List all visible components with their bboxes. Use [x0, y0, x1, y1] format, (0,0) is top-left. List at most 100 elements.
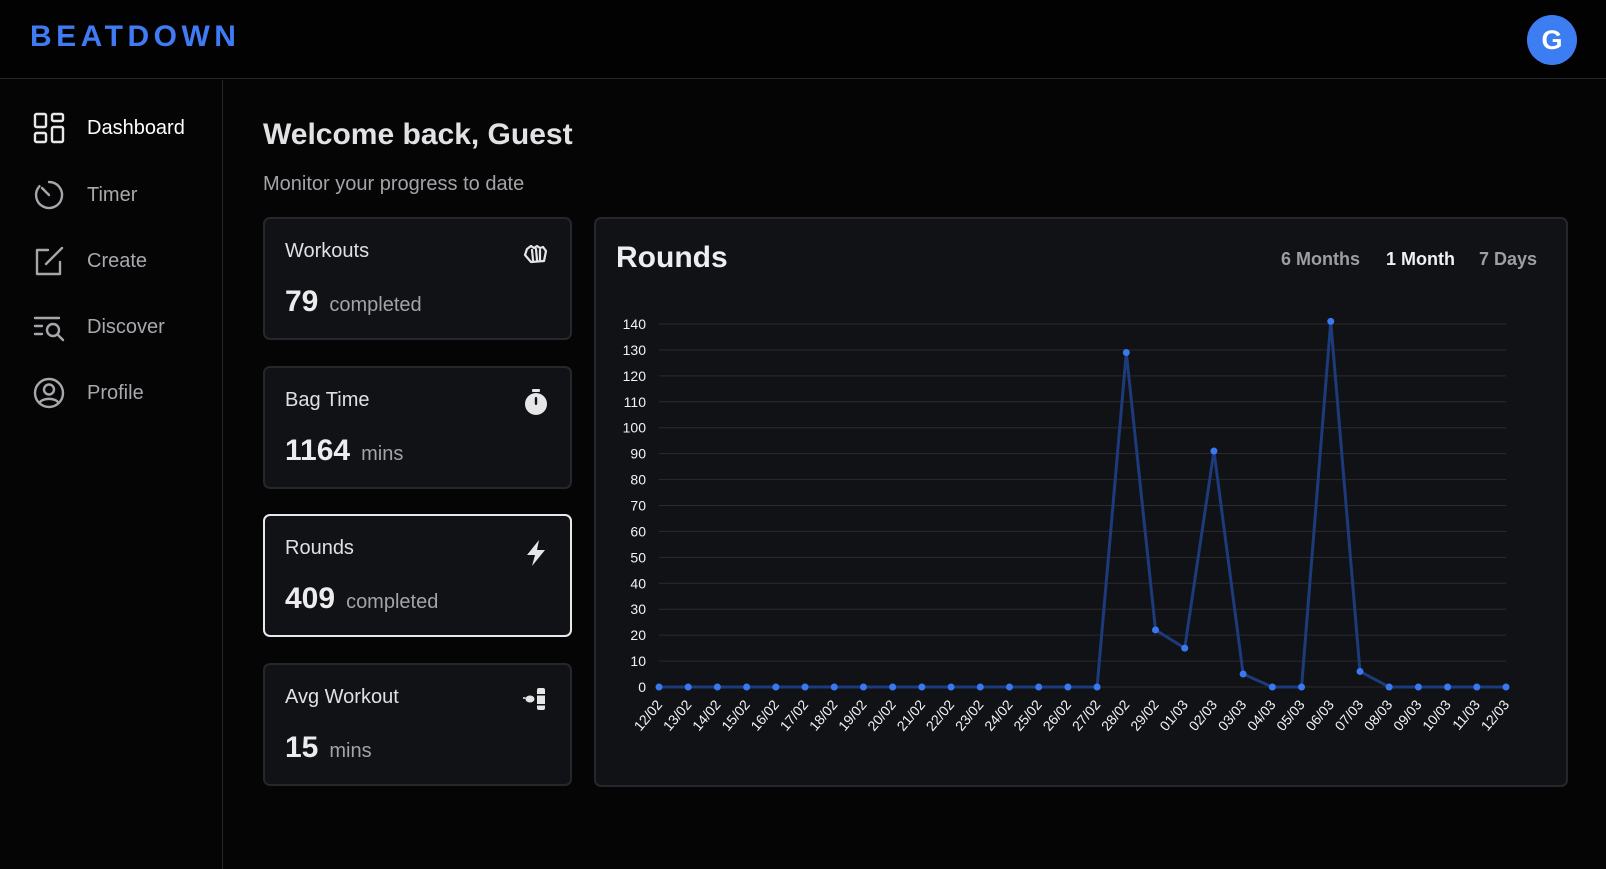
x-tick-label: 22/02 [923, 696, 958, 733]
sidebar-item-discover[interactable]: Discover [32, 307, 212, 347]
timer-icon [32, 178, 66, 212]
data-point [1239, 670, 1247, 678]
stat-card-bag-time[interactable]: Bag Time 1164 mins [263, 366, 572, 489]
data-point [976, 683, 984, 691]
x-tick-label: 14/02 [689, 696, 724, 733]
x-tick-label: 28/02 [1098, 696, 1133, 733]
data-point [1444, 683, 1452, 691]
data-point [889, 683, 897, 691]
y-tick-label: 20 [630, 627, 646, 643]
data-point [830, 683, 838, 691]
card-unit: completed [329, 294, 422, 316]
sidebar-item-create[interactable]: Create [32, 241, 212, 281]
data-point [684, 683, 692, 691]
card-unit: completed [346, 591, 439, 613]
data-point [1385, 683, 1393, 691]
card-value: 409 [285, 582, 336, 615]
user-avatar[interactable]: G [1527, 15, 1577, 65]
data-point [1005, 683, 1013, 691]
y-tick-label: 30 [630, 601, 646, 617]
sidebar: Dashboard Timer Create Discover Profile [0, 80, 223, 869]
data-point [801, 683, 809, 691]
x-tick-label: 27/02 [1069, 696, 1104, 733]
x-tick-label: 13/02 [660, 696, 695, 733]
x-tick-label: 04/03 [1244, 696, 1279, 733]
x-tick-label: 06/03 [1302, 696, 1337, 733]
card-unit: mins [361, 443, 404, 465]
card-value: 1164 [285, 434, 351, 467]
stat-card-workouts[interactable]: Workouts 79 completed [263, 217, 572, 340]
x-tick-label: 19/02 [835, 696, 870, 733]
x-tick-label: 12/03 [1478, 696, 1513, 733]
x-tick-label: 07/03 [1331, 696, 1366, 733]
data-point [1210, 447, 1218, 455]
sidebar-item-profile[interactable]: Profile [32, 373, 212, 413]
x-tick-label: 16/02 [747, 696, 782, 733]
card-value: 79 [285, 285, 319, 318]
rounds-chart-panel: Rounds 6 Months 1 Month 7 Days 0 10 20 30 40… [594, 217, 1568, 787]
data-point [1356, 667, 1364, 675]
sidebar-item-label: Discover [87, 315, 165, 338]
user-circle-icon [32, 376, 66, 410]
data-point [1152, 626, 1160, 634]
stat-card-avg-workout[interactable]: Avg Workout 15 mins [263, 663, 572, 786]
stopwatch-icon [525, 389, 547, 415]
x-tick-label: 25/02 [1010, 696, 1045, 733]
y-tick-label: 0 [638, 679, 646, 695]
y-tick-label: 60 [630, 523, 646, 539]
search-list-icon [32, 310, 66, 344]
sidebar-item-label: Dashboard [87, 116, 185, 139]
card-title: Rounds [285, 537, 354, 559]
sidebar-item-label: Create [87, 249, 148, 272]
fist-icon [523, 244, 548, 264]
dashboard-grid-icon [32, 111, 66, 145]
data-point [918, 683, 926, 691]
x-tick-label: 09/03 [1390, 696, 1425, 733]
rounds-line-chart: 010203040506070809010011012013014012/021… [623, 316, 1513, 734]
x-tick-label: 17/02 [777, 696, 812, 733]
card-unit: mins [329, 740, 372, 762]
data-point [743, 683, 751, 691]
data-point [655, 683, 663, 691]
x-tick-label: 29/02 [1127, 696, 1162, 733]
stat-card-rounds[interactable]: Rounds 409 completed [263, 514, 572, 637]
data-point [1327, 317, 1335, 325]
app-logo[interactable]: BEATDOWN [30, 20, 240, 54]
x-tick-label: 21/02 [893, 696, 928, 733]
y-tick-label: 70 [630, 498, 646, 514]
x-tick-label: 26/02 [1039, 696, 1074, 733]
edit-square-icon [32, 244, 66, 278]
card-title: Avg Workout [285, 686, 399, 708]
sidebar-item-timer[interactable]: Timer [32, 175, 212, 215]
x-tick-label: 03/03 [1215, 696, 1250, 733]
data-point [713, 683, 721, 691]
sidebar-item-label: Profile [87, 381, 144, 404]
data-point [772, 683, 780, 691]
y-tick-label: 10 [630, 653, 646, 669]
data-point [1035, 683, 1043, 691]
page-subtitle: Monitor your progress to date [263, 173, 525, 195]
lightning-icon [527, 540, 545, 566]
sidebar-item-label: Timer [87, 183, 138, 206]
data-point [1181, 644, 1189, 652]
x-tick-label: 08/03 [1361, 696, 1396, 733]
y-tick-label: 40 [630, 575, 646, 591]
data-point [1414, 683, 1422, 691]
x-tick-label: 02/03 [1185, 696, 1220, 733]
y-tick-label: 140 [623, 316, 647, 332]
data-point [859, 683, 867, 691]
x-tick-label: 10/03 [1419, 696, 1454, 733]
data-point [1268, 683, 1276, 691]
data-point [1064, 683, 1072, 691]
y-tick-label: 100 [623, 420, 647, 436]
page-title: Welcome back, Guest [263, 118, 573, 151]
x-tick-label: 24/02 [981, 696, 1016, 733]
x-tick-label: 01/03 [1156, 696, 1191, 733]
data-point [1502, 683, 1510, 691]
x-tick-label: 11/03 [1449, 696, 1483, 732]
y-tick-label: 80 [630, 472, 646, 488]
data-point [1298, 683, 1306, 691]
y-tick-label: 130 [623, 342, 647, 358]
sidebar-item-dashboard[interactable]: Dashboard [32, 108, 212, 148]
x-tick-label: 18/02 [806, 696, 841, 733]
